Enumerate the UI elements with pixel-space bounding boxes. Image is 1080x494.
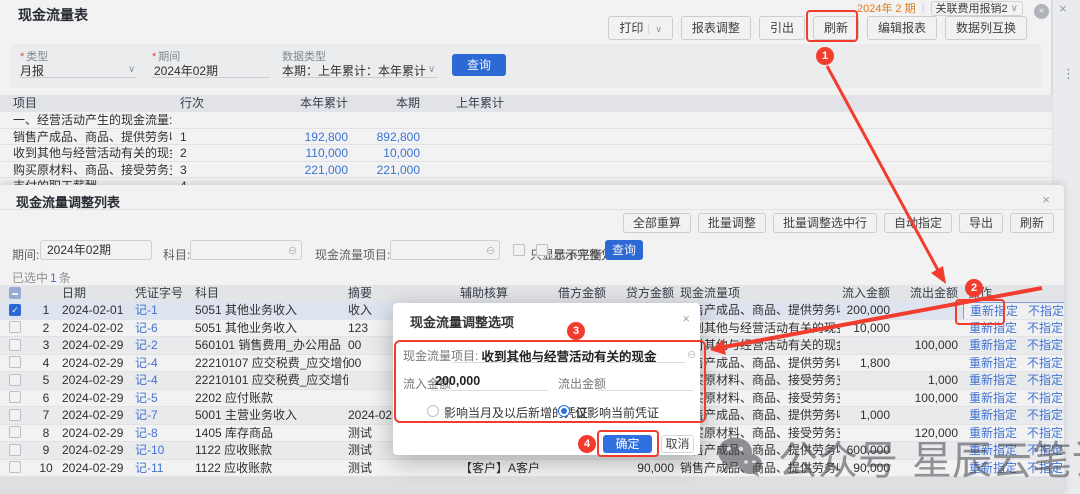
clear-icon[interactable]: ⊖	[687, 348, 696, 361]
modal-close-icon[interactable]: ×	[682, 311, 690, 326]
modal-title: 现金流量调整选项	[410, 312, 514, 331]
cancel-button[interactable]: 取消	[661, 435, 694, 453]
screen: × ⋮ 现金流量表 2024年 2 期 | 关联费用报销2 ∨ × 打印∨ 报表…	[0, 0, 1080, 494]
adjust-options-modal: 现金流量调整选项 × 现金流量项目: 收到其他与经营活动有关的现金 ⊖ 流入金额…	[393, 303, 700, 455]
radio-affect-current-label: 仅影响当前凭证	[575, 404, 659, 421]
modal-inflow-value[interactable]: 200,000	[435, 374, 480, 388]
radio-affect-current[interactable]	[558, 405, 570, 417]
radio-affect-future[interactable]	[427, 405, 439, 417]
confirm-button[interactable]: 确定	[603, 435, 652, 453]
